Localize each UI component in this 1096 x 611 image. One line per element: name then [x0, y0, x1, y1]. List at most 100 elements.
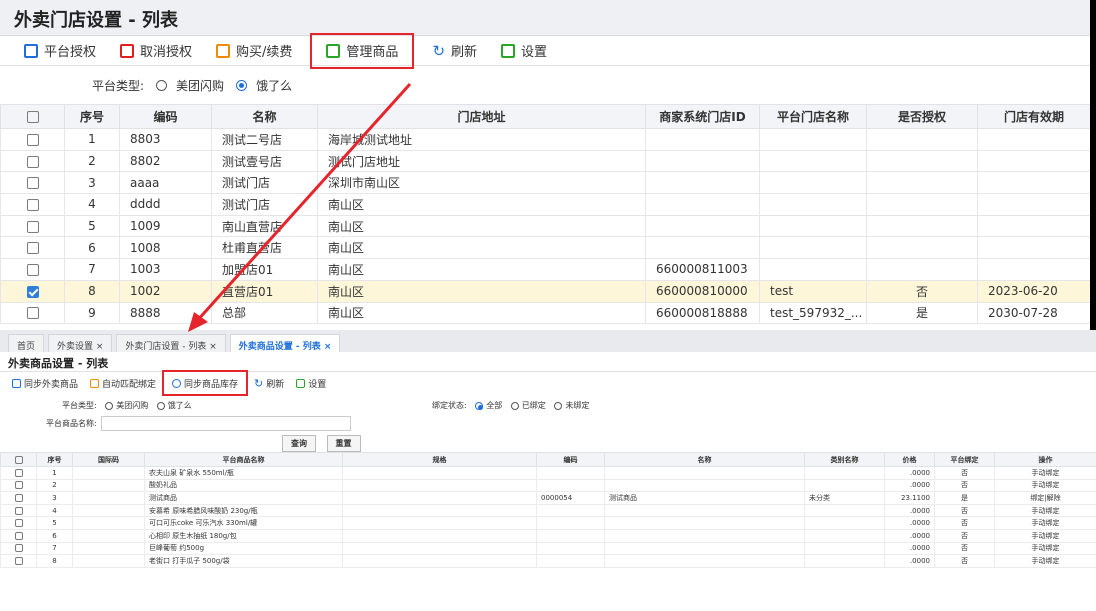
table-row[interactable]: 6 1008 杜甫直营店 南山区 [0, 236, 1090, 260]
platform-auth-button[interactable]: 平台授权 [12, 37, 108, 65]
cell-cat [804, 503, 885, 518]
table-row[interactable]: 2 8802 测试壹号店 测试门店地址 [0, 149, 1090, 173]
row-checkbox[interactable] [0, 503, 37, 518]
table-row[interactable]: 1 8803 测试二号店 海岸城测试地址 [0, 128, 1090, 151]
radio-meituan[interactable] [105, 401, 114, 410]
table-row[interactable]: 9 8888 总部 南山区 660000818888 test_597932_... 是 20… [0, 301, 1090, 325]
cell-price: .0000 [884, 528, 935, 543]
radio-bind-yes[interactable] [510, 401, 519, 410]
cell-no: 7 [64, 258, 120, 281]
col-header: 操作 [994, 452, 1096, 467]
query-button[interactable]: 查询 [282, 435, 316, 452]
table-row[interactable]: 7 1003 加盟店01 南山区 660000811003 [0, 258, 1090, 281]
cell-exp [977, 214, 1090, 238]
cell-pname: 安慕希 原味希腊风味酸奶 230g/瓶 [144, 503, 343, 518]
manage-products-button[interactable]: 管理商品 [310, 32, 415, 69]
table-row[interactable]: 4 安慕希 原味希腊风味酸奶 230g/瓶 .0000 否手动绑定 [0, 503, 1096, 518]
row-checkbox[interactable] [0, 258, 65, 281]
cell-exp [977, 258, 1090, 281]
cell-no: 8 [36, 554, 73, 568]
row-checkbox[interactable] [0, 466, 37, 480]
table-row[interactable]: 2 酸奶礼品 .0000 否手动绑定 [0, 478, 1096, 493]
radio-eleme[interactable] [236, 79, 248, 91]
refresh-button[interactable]: ↻ 刷新 [420, 37, 489, 65]
table-row[interactable]: 5 可口可乐coke 可乐汽水 330ml/罐 .0000 否手动绑定 [0, 516, 1096, 530]
row-checkbox[interactable] [0, 478, 37, 493]
product-name-input[interactable] [100, 416, 351, 431]
table-row[interactable]: 8 老街口 打手瓜子 500g/袋 .0000 否手动绑定 [0, 554, 1096, 568]
edit-icon [326, 43, 341, 58]
row-checkbox[interactable] [0, 128, 65, 151]
tab-product-settings[interactable]: 外卖商品设置 - 列表 × [229, 334, 341, 352]
cell-code: 1008 [119, 236, 212, 260]
cell-addr: 南山区 [317, 258, 646, 281]
row-checkbox[interactable] [0, 516, 37, 530]
cell-op[interactable]: 绑定|解除 [994, 491, 1096, 505]
row-checkbox[interactable] [0, 554, 37, 568]
tab-takeout-settings[interactable]: 外卖设置 × [48, 334, 113, 352]
cell-code [536, 478, 605, 493]
cell-cat [804, 554, 885, 568]
settings-button[interactable]: 设置 [489, 37, 559, 65]
row-checkbox[interactable] [0, 149, 65, 173]
cell-bind: 否 [934, 503, 995, 518]
tab-store-settings[interactable]: 外卖门店设置 - 列表 × [116, 334, 226, 352]
cell-code [536, 528, 605, 543]
table-row[interactable]: 7 巨峰葡萄 约500g .0000 否手动绑定 [0, 541, 1096, 556]
select-all-checkbox[interactable] [0, 452, 37, 467]
cell-pname [759, 128, 867, 151]
row-checkbox[interactable] [0, 193, 65, 216]
auto-match-button[interactable]: 自动匹配绑定 [84, 374, 162, 392]
col-header: 门店有效期 [977, 104, 1090, 129]
refresh-button[interactable]: ↻ 刷新 [248, 374, 290, 392]
sync-stock-button[interactable]: 同步商品库存 [162, 370, 249, 396]
radio-bind-no[interactable] [554, 401, 563, 410]
cell-exp [977, 171, 1090, 195]
col-header: 编码 [536, 452, 605, 467]
sync-products-button[interactable]: 同步外卖商品 [6, 374, 84, 392]
table-row[interactable]: 3 aaaa 测试门店 深圳市南山区 [0, 171, 1090, 195]
radio-meituan[interactable] [156, 79, 168, 91]
radio-eleme[interactable] [156, 401, 165, 410]
cell-sid: 660000818888 [645, 301, 760, 325]
cell-op[interactable]: 手动绑定 [994, 466, 1096, 480]
cell-price: 23.1100 [884, 491, 935, 505]
row-checkbox[interactable] [0, 236, 65, 260]
row-checkbox[interactable] [0, 491, 37, 505]
buy-renew-button[interactable]: 购买/续费 [204, 37, 304, 65]
col-header: 价格 [884, 452, 935, 467]
table-row[interactable]: 4 dddd 测试门店 南山区 [0, 193, 1090, 216]
cell-name: 杜甫直营店 [211, 236, 318, 260]
cell-op[interactable]: 手动绑定 [994, 478, 1096, 493]
select-all-checkbox[interactable] [0, 104, 65, 129]
reset-button[interactable]: 重置 [326, 435, 361, 452]
row-checkbox[interactable] [0, 528, 37, 543]
col-header: 名称 [211, 104, 318, 129]
table-row[interactable]: 3 测试商品 0000054 测试商品 未分类 23.1100 是绑定|解除 [0, 491, 1096, 505]
cell-op[interactable]: 手动绑定 [994, 516, 1096, 530]
table-row[interactable]: 6 心相印 原生木抽纸 180g/包 .0000 否手动绑定 [0, 528, 1096, 543]
cell-op[interactable]: 手动绑定 [994, 528, 1096, 543]
settings-button[interactable]: 设置 [290, 374, 332, 392]
cell-op[interactable]: 手动绑定 [994, 554, 1096, 568]
col-header: 是否授权 [866, 104, 978, 129]
cell-pname: 心相印 原生木抽纸 180g/包 [144, 528, 343, 543]
table-row[interactable]: 1 农夫山泉 矿泉水 550ml/瓶 .0000 否手动绑定 [0, 466, 1096, 480]
row-checkbox[interactable] [0, 301, 65, 325]
cell-pname: 酸奶礼品 [144, 478, 343, 493]
col-header: 平台门店名称 [759, 104, 867, 129]
row-checkbox[interactable] [0, 279, 65, 303]
cell-cat [804, 541, 885, 556]
table-row[interactable]: 8 1002 直营店01 南山区 660000810000 test 否 2023-06-20 [0, 279, 1090, 303]
row-checkbox[interactable] [0, 214, 65, 238]
row-checkbox[interactable] [0, 541, 37, 556]
cancel-auth-button[interactable]: 取消授权 [108, 37, 204, 65]
tab-home[interactable]: 首页 [8, 334, 45, 352]
cell-pname [759, 171, 867, 195]
edit-icon [296, 378, 306, 388]
radio-bind-all[interactable] [475, 401, 484, 410]
table-row[interactable]: 5 1009 南山直营店 南山区 [0, 214, 1090, 238]
cell-op[interactable]: 手动绑定 [994, 541, 1096, 556]
row-checkbox[interactable] [0, 171, 65, 195]
cell-op[interactable]: 手动绑定 [994, 503, 1096, 518]
